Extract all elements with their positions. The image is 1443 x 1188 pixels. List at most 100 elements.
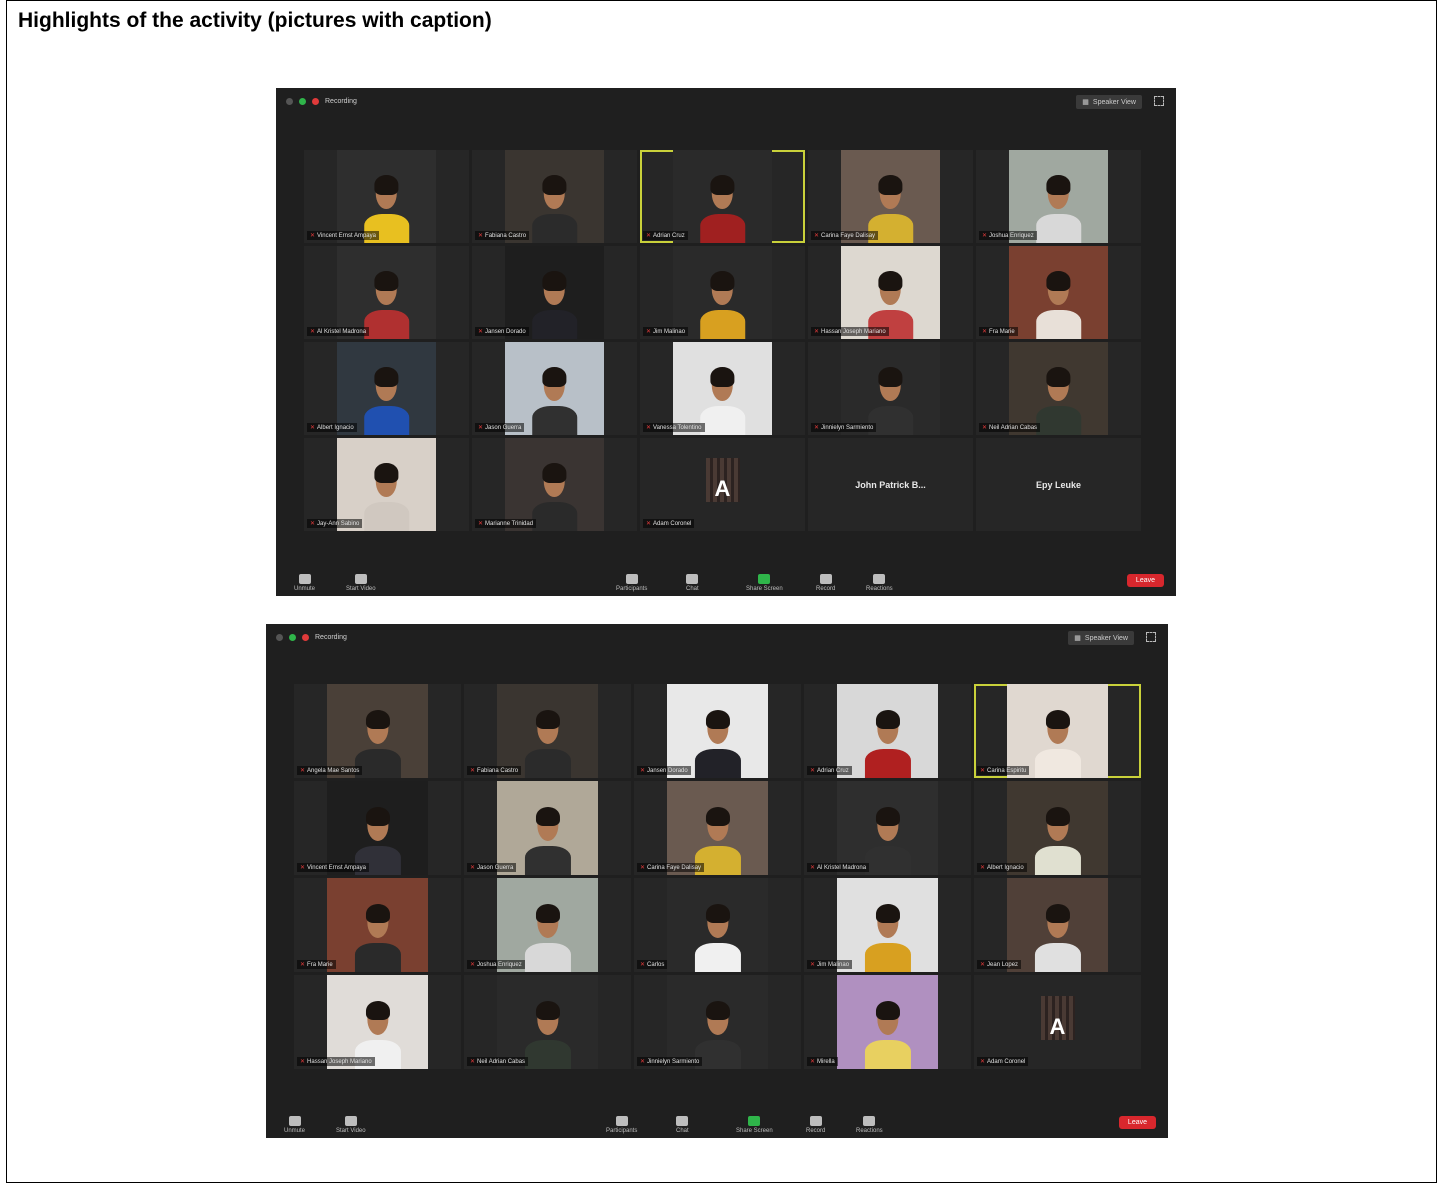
torso-shape [363,406,410,435]
participant-tile[interactable]: ✕ Al Kristel Madrona [804,781,971,875]
participant-tile[interactable]: ✕ Carina Espiritu [974,684,1141,778]
participant-tile[interactable]: ✕ Jim Malinao [640,246,805,339]
participant-tile[interactable]: ✕ Adrian Cruz [640,150,805,243]
participant-tile[interactable]: ✕ Carina Faye Dalisay [808,150,973,243]
hair-shape [374,175,399,195]
participant-tile[interactable]: ✕ Jay-Ann Sabino [304,438,469,531]
participant-name-label: ✕ Adam Coronel [643,519,695,528]
toolbar-button[interactable]: Chat [676,1116,689,1134]
participant-name-label: ✕ Angela Mae Santos [297,766,363,775]
toolbar-button[interactable]: Start Video [336,1116,366,1134]
toolbar-button-label: Unmute [294,586,316,592]
participant-tile[interactable]: ✕ Neil Adrian Cabas [464,975,631,1069]
share-screen-icon [758,574,771,584]
participant-tile[interactable]: ✕ Albert Ignacio [974,781,1141,875]
torso-shape [694,943,741,972]
participant-name: Vincent Ernst Ampaya [307,865,366,871]
leave-button[interactable]: Leave [1118,1116,1156,1129]
participant-tile[interactable]: ✕ Fra Marie [976,246,1141,339]
participant-figure [363,463,410,531]
participant-tile[interactable]: ✕ Jason Guerra [464,781,631,875]
toolbar-button[interactable]: Share Screen [746,574,783,592]
participant-tile[interactable]: ✕ Vincent Ernst Ampaya [294,781,461,875]
participant-tile[interactable]: ✕ Carlos [634,878,801,972]
participant-tile[interactable]: ✕ Hassan Joseph Mariano [808,246,973,339]
participant-name: Albert Ignacio [987,865,1024,871]
hair-shape [535,903,560,924]
participant-tile[interactable]: ✕ Neil Adrian Cabas [976,342,1141,435]
participant-name-label: ✕ Jay-Ann Sabino [307,519,363,528]
participant-tile[interactable]: ✕ Adrian Cruz [804,684,971,778]
participant-video [1009,342,1108,435]
toolbar-button[interactable]: Share Screen [736,1116,773,1134]
toolbar-button[interactable]: Reactions [856,1116,883,1134]
participant-tile[interactable]: ✕ Jinnielyn Sarmiento [634,975,801,1069]
leave-button[interactable]: Leave [1126,574,1164,587]
meeting-toolbar: Unmute Start Video Participants Chat Share S… [266,1098,1168,1138]
torso-shape [699,310,746,339]
muted-mic-icon: ✕ [640,962,646,968]
participant-name-label: ✕ Fra Marie [297,960,336,969]
toolbar-button[interactable]: Start Video [346,574,376,592]
window-dot-icon [276,634,283,641]
participant-tile[interactable]: ✕ Albert Ignacio [304,342,469,435]
toolbar-button[interactable]: Reactions [866,574,893,592]
participant-tile[interactable]: ✕ Jansen Dorado [472,246,637,339]
mic-icon [288,1116,301,1126]
toolbar-button-label: Reactions [856,1128,883,1134]
participant-tile[interactable]: ✕ Al Kristel Madrona [304,246,469,339]
recording-label: Recording [325,98,357,105]
speaker-view-button[interactable]: ▦ Speaker View [1068,631,1134,645]
muted-mic-icon: ✕ [470,768,476,774]
torso-shape [1035,406,1082,435]
record-icon [819,574,832,584]
fullscreen-icon[interactable] [1154,96,1164,106]
participant-tile[interactable]: ✕ Jinnielyn Sarmiento [808,342,973,435]
toolbar-button-label: Unmute [284,1128,306,1134]
toolbar-button[interactable]: Chat [686,574,699,592]
hair-shape [542,271,567,291]
participant-video [837,878,938,972]
participant-tile[interactable]: ✕ Angela Mae Santos [294,684,461,778]
participant-tile[interactable]: ✕ Vincent Ernst Ampaya [304,150,469,243]
toolbar-button-label: Participants [606,1128,638,1134]
hair-shape [535,1000,560,1021]
participant-tile[interactable]: A ✕ Adam Coronel [640,438,805,531]
muted-mic-icon: ✕ [478,329,484,335]
participant-tile[interactable]: ✕ Mirella [804,975,971,1069]
fullscreen-icon[interactable] [1146,632,1156,642]
toolbar-button[interactable]: Participants [616,574,647,592]
participant-tile[interactable]: ✕ Jansen Dorado [634,684,801,778]
record-icon [809,1116,822,1126]
toolbar-button[interactable]: Unmute [294,574,315,592]
participant-tile[interactable]: ✕ Joshua Enriquez [464,878,631,972]
muted-mic-icon: ✕ [470,865,476,871]
torso-shape [531,310,578,339]
participant-tile[interactable]: ✕ Jean Lopez [974,878,1141,972]
participant-tile[interactable]: ✕ Fabiana Castro [472,150,637,243]
participant-tile[interactable]: Epy Leuke [976,438,1141,531]
participant-tile[interactable]: ✕ Fra Marie [294,878,461,972]
participant-tile[interactable]: ✕ Marianne Trinidad [472,438,637,531]
participant-figure [699,175,746,243]
participant-tile[interactable]: John Patrick B... [808,438,973,531]
toolbar-button[interactable]: Record [816,574,835,592]
muted-mic-icon: ✕ [640,768,646,774]
toolbar-button-label: Start Video [346,586,376,592]
participant-tile[interactable]: ✕ Carina Faye Dalisay [634,781,801,875]
participant-tile[interactable]: ✕ Fabiana Castro [464,684,631,778]
participant-tile[interactable]: ✕ Vanessa Tolentino [640,342,805,435]
participant-tile[interactable]: A ✕ Adam Coronel [974,975,1141,1069]
speaker-view-button[interactable]: ▦ Speaker View [1076,95,1142,109]
participant-tile[interactable]: ✕ Joshua Enriquez [976,150,1141,243]
participant-tile[interactable]: ✕ Jason Guerra [472,342,637,435]
toolbar-button[interactable]: Record [806,1116,825,1134]
participant-tile[interactable]: ✕ Hassan Joseph Mariano [294,975,461,1069]
torso-shape [354,943,401,972]
hair-shape [1045,806,1070,827]
hair-shape [374,367,399,387]
toolbar-button[interactable]: Participants [606,1116,637,1134]
toolbar-button[interactable]: Unmute [284,1116,305,1134]
participant-tile[interactable]: ✕ Jim Malinao [804,878,971,972]
participant-video [673,342,772,435]
